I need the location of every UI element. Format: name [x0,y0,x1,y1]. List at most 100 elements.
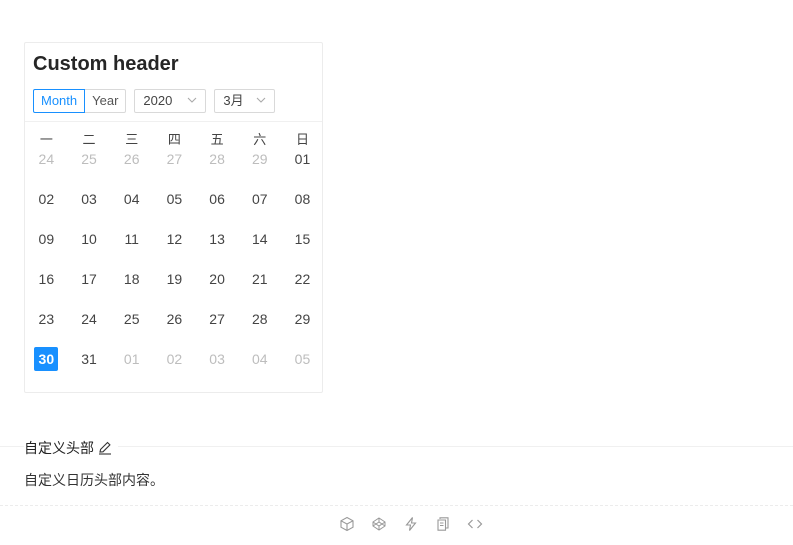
date-value: 24 [38,151,55,167]
date-cell[interactable]: 10 [68,227,111,267]
date-cell[interactable]: 02 [25,187,68,227]
date-cell[interactable]: 01 [110,347,153,387]
date-value: 02 [166,351,183,367]
date-cell[interactable]: 06 [196,187,239,227]
month-select[interactable]: 3月 [214,89,276,113]
date-cell[interactable]: 23 [25,307,68,347]
date-cell[interactable]: 05 [281,347,324,387]
mode-month-button[interactable]: Month [33,89,86,113]
date-cell[interactable]: 29 [281,307,324,347]
date-cell[interactable]: 04 [238,347,281,387]
chevron-down-icon [188,97,197,103]
year-select[interactable]: 2020 [134,89,207,113]
date-value: 09 [38,231,55,247]
date-cell[interactable]: 20 [196,267,239,307]
demo-actions [339,516,483,532]
calendar-controls: Month Year 2020 3月 [33,89,276,113]
date-cell[interactable]: 04 [110,187,153,227]
date-value: 29 [294,311,311,327]
date-cell[interactable]: 05 [153,187,196,227]
date-value: 27 [166,151,183,167]
lightning-icon[interactable] [403,516,419,532]
date-cell[interactable]: 17 [68,267,111,307]
week-row: 24 25 26 27 28 29 01 [25,147,324,187]
week-row: 16 17 18 19 20 21 22 [25,267,324,307]
date-cell[interactable]: 26 [153,307,196,347]
date-value: 13 [209,231,225,247]
date-cell[interactable]: 02 [153,347,196,387]
week-row: 23 24 25 26 27 28 29 [25,307,324,347]
date-cell[interactable]: 31 [68,347,111,387]
date-cell[interactable]: 11 [110,227,153,267]
date-value: 01 [123,351,140,367]
date-value: 04 [123,191,140,207]
code-icon[interactable] [467,516,483,532]
calendar-card: Custom header Month Year 2020 3月 一二三四五六日… [24,42,323,393]
date-value: 04 [251,351,268,367]
date-cell[interactable]: 18 [110,267,153,307]
date-cell[interactable]: 07 [238,187,281,227]
date-value: 26 [166,311,183,327]
date-value: 25 [123,311,140,327]
calendar-title: Custom header [33,53,179,75]
date-value: 23 [38,311,55,327]
header-divider [25,121,322,122]
date-value: 06 [209,191,225,207]
date-cell[interactable]: 19 [153,267,196,307]
date-cell[interactable]: 03 [68,187,111,227]
chevron-down-icon [257,97,266,103]
actions-divider [0,505,793,506]
date-cell[interactable]: 27 [153,147,196,187]
date-cell[interactable]: 24 [25,147,68,187]
copy-icon[interactable] [435,516,451,532]
date-cell[interactable]: 28 [238,307,281,347]
year-select-value: 2020 [143,93,173,108]
date-value: 07 [251,191,268,207]
codepen-icon[interactable] [371,516,387,532]
mode-year-button[interactable]: Year [85,89,127,113]
date-value: 26 [123,151,140,167]
date-value: 25 [81,151,97,167]
date-value: 16 [38,271,55,287]
date-cell[interactable]: 12 [153,227,196,267]
date-value: 12 [166,231,183,247]
date-cell[interactable]: 15 [281,227,324,267]
date-cell-selected[interactable]: 30 [25,347,68,387]
date-cell[interactable]: 25 [110,307,153,347]
date-cell[interactable]: 25 [68,147,111,187]
week-row: 30 31 01 02 03 04 05 [25,347,324,387]
date-value: 11 [124,231,139,247]
date-cell[interactable]: 08 [281,187,324,227]
date-cell[interactable]: 03 [196,347,239,387]
date-value: 30 [34,347,59,371]
date-value: 14 [251,231,268,247]
date-value: 05 [294,351,311,367]
date-cell[interactable]: 13 [196,227,239,267]
date-value: 01 [294,151,311,167]
date-value: 02 [38,191,55,207]
date-cell[interactable]: 21 [238,267,281,307]
date-cell[interactable]: 09 [25,227,68,267]
date-cell[interactable]: 14 [238,227,281,267]
date-cell[interactable]: 27 [196,307,239,347]
date-value: 08 [294,191,311,207]
date-value: 22 [294,271,311,287]
date-cell[interactable]: 29 [238,147,281,187]
section-divider [0,446,793,447]
codesandbox-icon[interactable] [339,516,355,532]
date-cell[interactable]: 01 [281,147,324,187]
date-value: 24 [81,311,97,327]
date-cell[interactable]: 16 [25,267,68,307]
date-value: 28 [251,311,268,327]
date-value: 03 [209,351,225,367]
date-cell[interactable]: 24 [68,307,111,347]
date-value: 20 [209,271,225,287]
date-value: 31 [81,351,97,367]
date-cell[interactable]: 26 [110,147,153,187]
date-value: 17 [81,271,97,287]
date-cell[interactable]: 22 [281,267,324,307]
date-value: 28 [209,151,225,167]
date-cell[interactable]: 28 [196,147,239,187]
edit-icon[interactable] [98,441,112,455]
week-row: 09 10 11 12 13 14 15 [25,227,324,267]
